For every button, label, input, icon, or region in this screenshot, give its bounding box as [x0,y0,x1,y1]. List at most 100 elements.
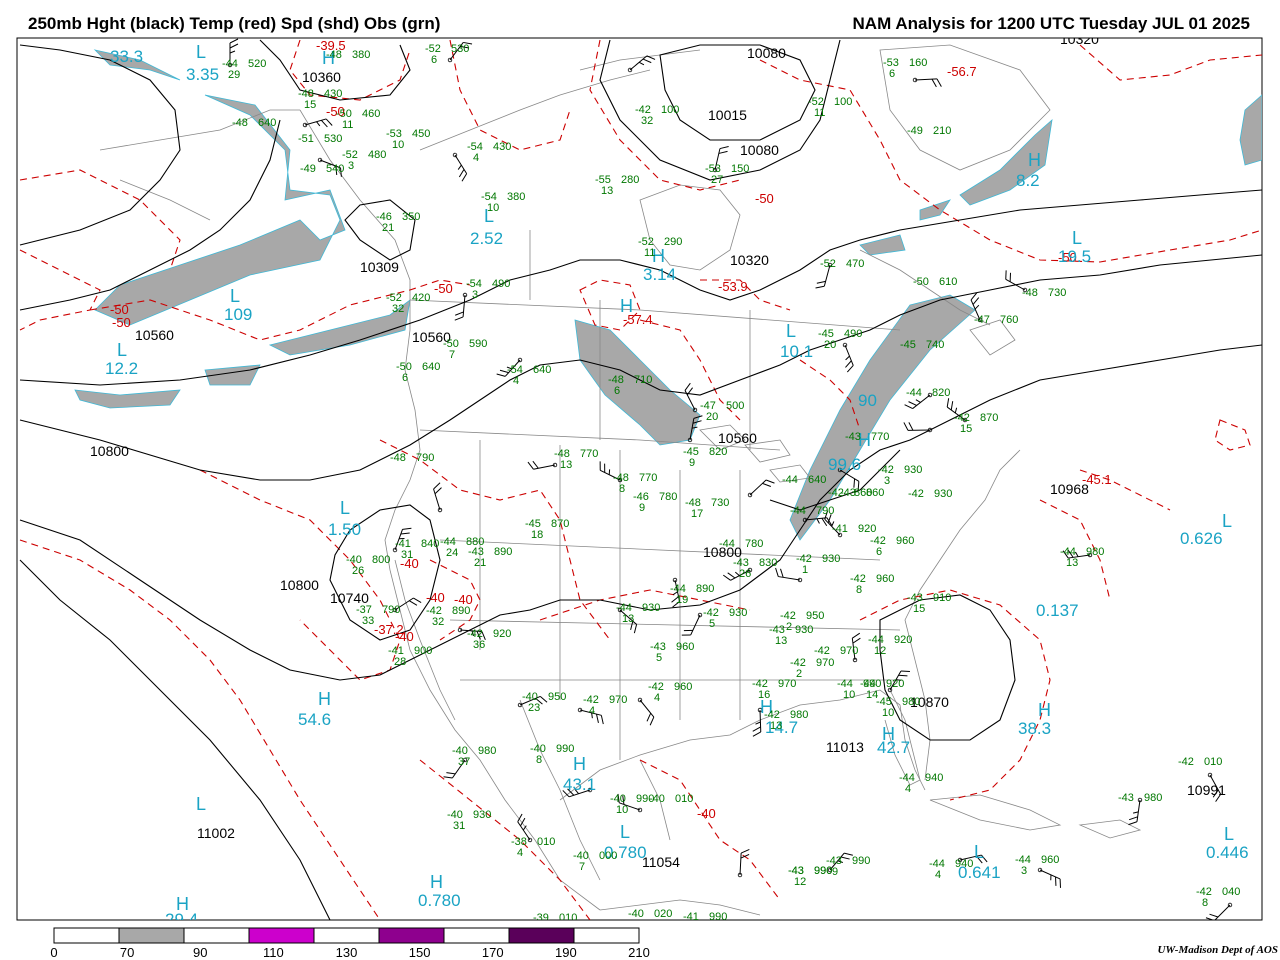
svg-text:26: 26 [739,568,751,580]
svg-text:20: 20 [824,339,836,351]
svg-text:31: 31 [401,549,413,561]
svg-text:010: 010 [1204,756,1222,768]
svg-text:-42: -42 [908,488,924,500]
svg-text:4: 4 [935,869,941,881]
speed-colorbar: 0 70 90 110 130 150 170 190 210 [50,927,650,960]
svg-text:930: 930 [822,553,840,565]
svg-text:960: 960 [674,681,692,693]
svg-text:540: 540 [326,163,344,175]
speed-label: 33.3 [110,47,143,66]
svg-text:960: 960 [896,535,914,547]
svg-text:350: 350 [402,211,420,223]
svg-text:450: 450 [412,128,430,140]
svg-text:31: 31 [453,820,465,832]
colorbar-segment [248,927,315,944]
chart-title: 250mb Hght (black) Temp (red) Spd (shd) … [28,14,441,33]
svg-text:-44: -44 [719,538,735,550]
svg-text:910: 910 [933,592,951,604]
colorbar-segment [378,927,445,944]
svg-text:780: 780 [659,491,677,503]
speed-label: 1.50 [328,520,361,539]
svg-text:-48: -48 [326,49,342,61]
svg-text:970: 970 [778,678,796,690]
svg-text:8: 8 [856,584,862,596]
svg-text:1: 1 [802,564,808,576]
colorbar-segment [53,927,120,944]
svg-text:-43: -43 [840,487,856,499]
speed-label: 54.6 [298,710,331,729]
svg-text:930: 930 [473,809,491,821]
svg-text:5: 5 [709,618,715,630]
svg-text:770: 770 [639,472,657,484]
svg-text:32: 32 [392,303,404,315]
pressure-center-high: H [1028,150,1041,170]
colorbar-segment [313,927,380,944]
pressure-center-high: H [176,894,189,914]
colorbar-tick-label: 70 [120,945,134,960]
pressure-center-low: L [340,498,350,518]
pressure-center-low: L [230,286,240,306]
svg-text:6: 6 [876,546,882,558]
svg-text:-44: -44 [790,505,806,517]
speed-label: 12.2 [105,359,138,378]
height-label: 10320 [730,252,769,268]
pressure-center-low: L [620,822,630,842]
svg-text:870: 870 [980,412,998,424]
temperature-label: -53.9 [718,279,748,294]
svg-text:32: 32 [432,616,444,628]
svg-text:430: 430 [324,88,342,100]
svg-text:930: 930 [934,488,952,500]
height-label: 10360 [302,69,341,85]
svg-text:460: 460 [362,108,380,120]
pressure-center-high: H [620,296,633,316]
svg-text:7: 7 [579,861,585,873]
svg-text:6: 6 [889,68,895,80]
svg-text:15: 15 [304,99,316,111]
svg-text:960: 960 [876,573,894,585]
svg-text:4: 4 [654,692,660,704]
svg-text:-43: -43 [1118,792,1134,804]
svg-text:950: 950 [806,610,824,622]
height-label: 11054 [642,854,680,870]
svg-text:4: 4 [473,152,479,164]
height-label: 10309 [360,259,399,275]
svg-text:020: 020 [654,908,672,920]
svg-text:530: 530 [324,133,342,145]
svg-text:280: 280 [621,174,639,186]
svg-text:640: 640 [533,364,551,376]
svg-text:32: 32 [641,115,653,127]
svg-text:-48: -48 [390,452,406,464]
svg-text:920: 920 [894,634,912,646]
svg-text:930: 930 [642,602,660,614]
pressure-center-low: L [1222,511,1232,531]
speed-label: 19.5 [1058,247,1091,266]
svg-text:920: 920 [858,523,876,535]
credit-label: UW-Madison Dept of AOS [1157,944,1278,956]
pressure-center-high: H [430,872,443,892]
speed-label: 99.6 [828,455,861,474]
colorbar-tick-label: 130 [336,945,358,960]
svg-text:24: 24 [446,547,458,559]
svg-text:-41: -41 [683,911,699,923]
pressure-center-high: H [1038,700,1051,720]
svg-text:890: 890 [452,605,470,617]
analysis-time-title: NAM Analysis for 1200 UTC Tuesday JUL 01… [852,14,1250,33]
temperature-label: -56.7 [947,64,977,79]
speed-label: 43.1 [563,775,596,794]
svg-text:960: 960 [1041,854,1059,866]
colorbar-tick-label: 150 [409,945,431,960]
svg-text:15: 15 [913,603,925,615]
svg-text:980: 980 [1144,792,1162,804]
svg-text:-47: -47 [974,314,990,326]
svg-text:820: 820 [932,387,950,399]
colorbar-tick-label: 170 [482,945,504,960]
svg-text:2: 2 [796,668,802,680]
svg-text:990: 990 [863,678,881,690]
height-label: 10991 [1187,782,1226,798]
svg-text:760: 760 [1000,314,1018,326]
pressure-center-high: H [318,689,331,709]
svg-text:3: 3 [884,475,890,487]
svg-text:960: 960 [676,641,694,653]
svg-text:-44: -44 [782,474,798,486]
height-label: 10800 [90,443,129,459]
